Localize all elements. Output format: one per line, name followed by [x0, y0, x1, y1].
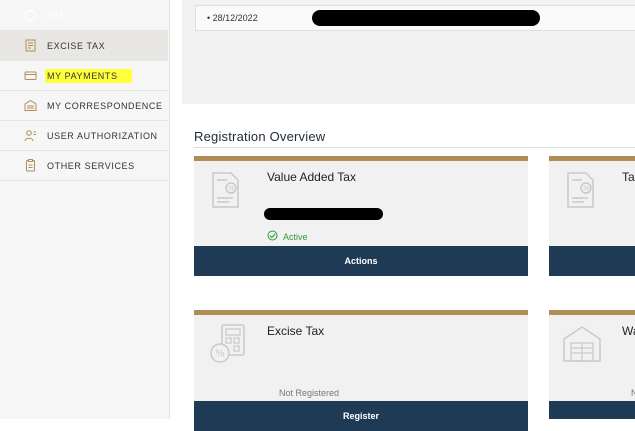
activity-date: • 28/12/2022 — [207, 13, 258, 23]
redaction-bar — [264, 208, 383, 220]
sidebar-item-my-correspondence[interactable]: MY CORRESPONDENCE — [0, 91, 168, 121]
payments-icon — [23, 69, 37, 83]
section-divider — [194, 147, 635, 148]
sidebar-item-label: EXCISE TAX — [47, 40, 106, 51]
actions-button[interactable] — [549, 246, 635, 276]
warehouse-icon — [562, 323, 602, 363]
sidebar-item-user-authorization[interactable]: USER AUTHORIZATION — [0, 121, 168, 151]
tax-card-partial: Wa N — [549, 310, 635, 419]
status-badge: Active — [267, 230, 308, 243]
vat-icon — [23, 8, 37, 22]
sidebar-item-label: MY CORRESPONDENCE — [47, 100, 163, 111]
calculator-icon: % — [209, 323, 247, 363]
tax-card-title: Excise Tax — [267, 324, 325, 338]
sidebar-item-my-payments[interactable]: MY PAYMENTS — [0, 61, 168, 91]
tax-card-title: Value Added Tax — [267, 170, 356, 184]
sidebar-item-excise-tax[interactable]: EXCISE TAX — [0, 31, 168, 61]
sidebar-item-label: VAT — [47, 10, 65, 20]
svg-text:%: % — [583, 186, 589, 193]
sidebar-item-label: OTHER SERVICES — [47, 160, 135, 171]
tax-card-partial: % Tax — [549, 156, 635, 276]
tax-document-icon: % — [211, 171, 241, 209]
correspondence-icon — [23, 99, 37, 113]
check-circle-icon — [267, 230, 278, 243]
status-text: Not Registered — [279, 388, 340, 398]
sidebar-item-label: USER AUTHORIZATION — [47, 130, 158, 141]
other-services-icon — [23, 159, 37, 173]
redaction-bar — [312, 10, 540, 26]
tax-card-title: Wa — [622, 324, 635, 338]
svg-text:%: % — [228, 186, 234, 193]
tax-document-icon: % — [566, 171, 596, 209]
actions-button[interactable]: Actions — [194, 246, 528, 276]
user-authorization-icon — [23, 129, 37, 143]
section-title: Registration Overview — [194, 129, 326, 144]
status-text: Active — [283, 231, 308, 242]
status-text: N — [631, 388, 635, 398]
svg-text:%: % — [216, 349, 225, 360]
excise-tax-icon — [23, 39, 37, 53]
excise-tax-card: % Excise Tax Not Registered Register — [194, 310, 528, 431]
register-button[interactable] — [549, 401, 635, 419]
sidebar-item-label: MY PAYMENTS — [45, 68, 132, 83]
register-button[interactable]: Register — [194, 401, 528, 431]
sidebar-item-vat[interactable]: VAT — [0, 0, 168, 31]
sidebar-item-other-services[interactable]: OTHER SERVICES — [0, 151, 168, 181]
sidebar: VAT EXCISE TAX MY PAYMENTS MY CORRESPOND… — [0, 0, 170, 419]
tax-card-title: Tax — [622, 170, 635, 184]
